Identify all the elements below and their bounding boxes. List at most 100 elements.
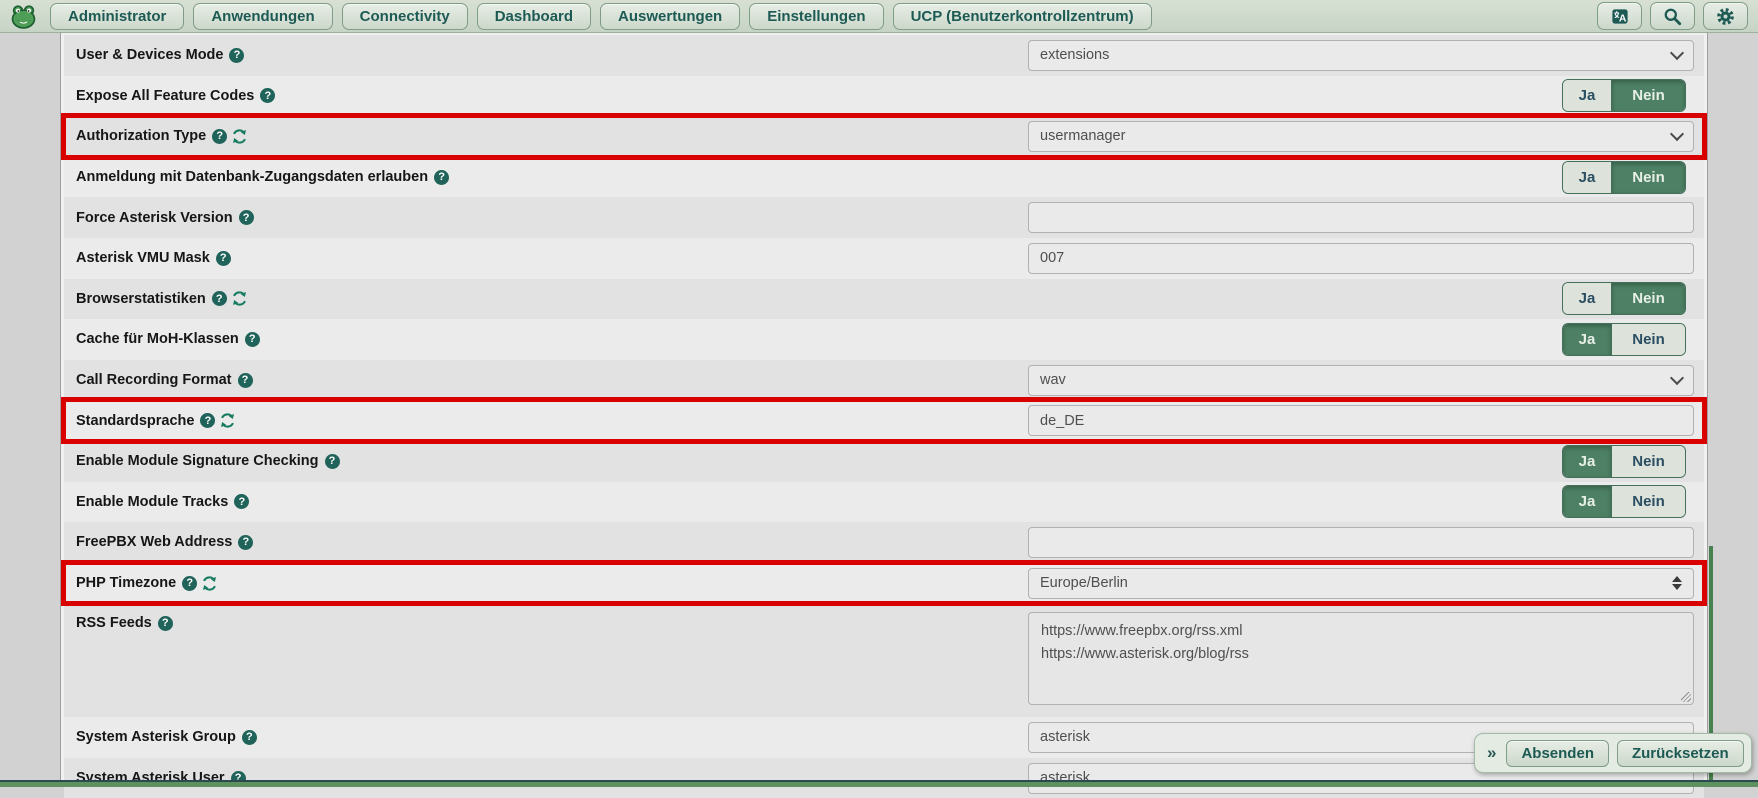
help-icon[interactable]: ?	[242, 730, 257, 745]
reset-button[interactable]: Zurücksetzen	[1617, 740, 1744, 767]
toggle-option-ja[interactable]: Ja	[1563, 283, 1611, 314]
setting-label-cell: System Asterisk Group?	[76, 729, 1028, 745]
help-icon[interactable]: ?	[216, 251, 231, 266]
reset-default-icon[interactable]	[220, 413, 235, 428]
tab-einstellungen[interactable]: Einstellungen	[749, 3, 883, 30]
help-icon[interactable]: ?	[239, 210, 254, 225]
settings-row-authorization-type: Authorization Type? usermanager	[64, 116, 1704, 157]
help-icon[interactable]: ?	[325, 454, 340, 469]
setting-label: Enable Module Signature Checking	[76, 453, 319, 469]
tab-dashboard[interactable]: Dashboard	[477, 3, 591, 30]
setting-label-cell: Browserstatistiken?	[76, 291, 1562, 307]
tab-administrator[interactable]: Administrator	[50, 3, 184, 30]
toggle-option-nein[interactable]: Nein	[1611, 446, 1685, 477]
setting-label-cell: PHP Timezone?	[76, 575, 1028, 591]
help-icon[interactable]: ?	[234, 494, 249, 509]
help-icon[interactable]: ?	[212, 291, 227, 306]
submit-button[interactable]: Absenden	[1506, 740, 1609, 767]
settings-icon	[1716, 7, 1735, 26]
setting-textarea-rss-feeds[interactable]: https://www.freepbx.org/rss.xmlhttps://w…	[1028, 612, 1694, 705]
setting-label: PHP Timezone	[76, 575, 176, 591]
up-down-arrows-icon	[1672, 576, 1682, 590]
toggle-option-ja[interactable]: Ja	[1563, 324, 1611, 355]
help-icon[interactable]: ?	[260, 88, 275, 103]
help-icon[interactable]: ?	[434, 170, 449, 185]
selected-value: Europe/Berlin	[1040, 575, 1128, 591]
setting-input-freepbx-web-address[interactable]	[1040, 534, 1682, 550]
setting-input-wrap	[1028, 202, 1694, 233]
translate-button[interactable]: A	[1597, 2, 1642, 30]
ja-nein-toggle: JaNein	[1562, 323, 1686, 356]
help-icon[interactable]: ?	[212, 129, 227, 144]
ja-nein-toggle: JaNein	[1562, 485, 1686, 518]
setting-input-wrap	[1028, 527, 1694, 558]
toggle-option-nein[interactable]: Nein	[1611, 283, 1685, 314]
setting-input-standardsprache[interactable]	[1040, 413, 1682, 429]
search-icon	[1663, 7, 1682, 26]
toggle-option-ja[interactable]: Ja	[1563, 486, 1611, 517]
help-icon[interactable]: ?	[238, 535, 253, 550]
setting-label-cell: Call Recording Format?	[76, 372, 1028, 388]
tab-connectivity[interactable]: Connectivity	[342, 3, 468, 30]
reset-default-icon[interactable]	[232, 291, 247, 306]
settings-row-browserstatistiken: Browserstatistiken?JaNein	[64, 279, 1704, 320]
setting-select-php-timezone[interactable]: Europe/Berlin	[1028, 568, 1694, 599]
translate-icon: A	[1610, 7, 1630, 26]
setting-label: User & Devices Mode	[76, 47, 223, 63]
search-button[interactable]	[1650, 2, 1695, 30]
setting-label-cell: Expose All Feature Codes?	[76, 88, 1562, 104]
reset-default-icon[interactable]	[202, 576, 217, 591]
settings-button[interactable]	[1703, 2, 1748, 30]
settings-row-freepbx-web-address: FreePBX Web Address?	[64, 522, 1704, 563]
setting-label: Force Asterisk Version	[76, 210, 233, 226]
help-icon[interactable]: ?	[182, 576, 197, 591]
settings-row-enable-module-signature-checking: Enable Module Signature Checking? JaNein	[64, 441, 1704, 482]
top-nav: Administrator Anwendungen Connectivity Dash…	[0, 0, 1758, 33]
toggle-option-nein[interactable]: Nein	[1611, 162, 1685, 193]
collapse-toolbar-button[interactable]: »	[1485, 743, 1498, 763]
chevron-down-icon	[1670, 127, 1684, 141]
nav-tabs: Administrator Anwendungen Connectivity Dash…	[50, 3, 1152, 30]
ja-nein-toggle: JaNein	[1562, 161, 1686, 194]
setting-select-authorization-type[interactable]: usermanager	[1028, 121, 1694, 152]
textarea-line: https://www.freepbx.org/rss.xml	[1041, 620, 1681, 642]
setting-input-force-asterisk-version[interactable]	[1040, 210, 1682, 226]
selected-value: usermanager	[1040, 128, 1125, 144]
resize-handle-icon[interactable]	[1681, 692, 1691, 702]
settings-row-user-devices-mode: User & Devices Mode? extensions	[64, 35, 1704, 76]
toggle-option-ja[interactable]: Ja	[1563, 80, 1611, 111]
toggle-option-nein[interactable]: Nein	[1611, 80, 1685, 111]
setting-label: Anmeldung mit Datenbank-Zugangsdaten erl…	[76, 169, 428, 185]
setting-label-cell: Authorization Type?	[76, 128, 1028, 144]
toggle-option-ja[interactable]: Ja	[1563, 162, 1611, 193]
settings-row-standardsprache: Standardsprache?	[64, 400, 1704, 441]
tab-auswertungen[interactable]: Auswertungen	[600, 3, 740, 30]
setting-label: Cache für MoH-Klassen	[76, 331, 239, 347]
tab-anwendungen[interactable]: Anwendungen	[193, 3, 332, 30]
toggle-option-ja[interactable]: Ja	[1563, 446, 1611, 477]
setting-input-asterisk-vmu-mask[interactable]	[1040, 250, 1682, 266]
chevron-down-icon	[1670, 371, 1684, 385]
help-icon[interactable]: ?	[229, 48, 244, 63]
setting-label: Call Recording Format	[76, 372, 232, 388]
setting-label: System Asterisk Group	[76, 729, 236, 745]
help-icon[interactable]: ?	[238, 373, 253, 388]
reset-default-icon[interactable]	[232, 129, 247, 144]
tab-ucp-benutzerkontrollzentrum[interactable]: UCP (Benutzerkontrollzentrum)	[893, 3, 1152, 30]
help-icon[interactable]: ?	[245, 332, 260, 347]
toggle-option-nein[interactable]: Nein	[1611, 324, 1685, 355]
setting-select-call-recording-format[interactable]: wav	[1028, 365, 1694, 396]
selected-value: extensions	[1040, 47, 1109, 63]
toggle-option-nein[interactable]: Nein	[1611, 486, 1685, 517]
settings-row-system-asterisk-user: System Asterisk User?	[64, 758, 1704, 798]
help-icon[interactable]: ?	[158, 616, 173, 631]
ja-nein-toggle: JaNein	[1562, 79, 1686, 112]
setting-label: FreePBX Web Address	[76, 534, 232, 550]
setting-select-user-devices-mode[interactable]: extensions	[1028, 40, 1694, 71]
setting-label-cell: User & Devices Mode?	[76, 47, 1028, 63]
freepbx-frog-logo-icon[interactable]	[10, 3, 37, 30]
help-icon[interactable]: ?	[200, 413, 215, 428]
settings-row-php-timezone: PHP Timezone? Europe/Berlin	[64, 563, 1704, 604]
advanced-settings-panel: User & Devices Mode? extensions Expose All…	[60, 33, 1708, 787]
ja-nein-toggle: JaNein	[1562, 445, 1686, 478]
